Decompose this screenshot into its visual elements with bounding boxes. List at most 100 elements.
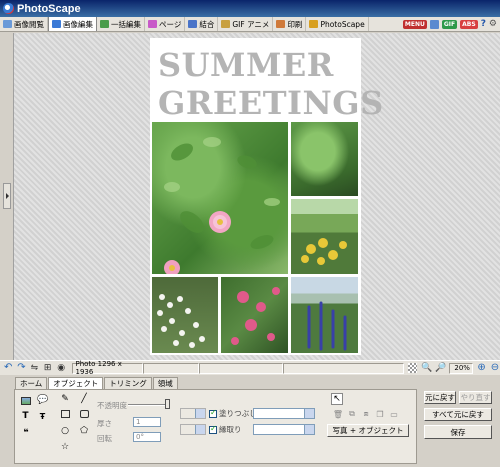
tab-photoscape[interactable]: PhotoScape — [306, 17, 369, 31]
polygon-icon[interactable]: ⬠ — [78, 425, 90, 437]
subtab-crop[interactable]: トリミング — [104, 377, 152, 389]
title-bar: PhotoScape — [0, 0, 500, 17]
send-back-icon[interactable]: ⧈ — [361, 409, 371, 419]
circle-icon[interactable]: ○ — [59, 425, 71, 437]
yellow-flowers-graphic — [301, 238, 347, 265]
rotate-label: 回転 — [97, 434, 112, 443]
photo-tile-yellow-flowers — [291, 199, 358, 274]
quote-icon[interactable]: ❝ — [20, 427, 32, 439]
subtab-region[interactable]: 領域 — [152, 377, 178, 389]
star-icon[interactable]: ☆ — [59, 441, 71, 453]
tab-batch-editor[interactable]: 一括編集 — [97, 17, 145, 31]
page-icon — [148, 20, 157, 28]
zoom-actual-icon[interactable]: 🔎 — [435, 363, 446, 373]
tab-label: 画像編集 — [63, 19, 93, 29]
expand-panel-handle[interactable] — [3, 183, 11, 209]
opacity-slider-thumb[interactable] — [165, 399, 170, 409]
zoom-level: 20% — [448, 362, 474, 374]
status-field-4 — [282, 362, 404, 374]
tab-combine[interactable]: 結合 — [185, 17, 219, 31]
photo-plus-object-button[interactable]: 写真 + オブジェクト — [327, 424, 409, 437]
cursor-arrow-icon[interactable]: ↖ — [331, 393, 343, 405]
beta-button[interactable]: ABS — [460, 19, 478, 29]
window-title: PhotoScape — [17, 2, 81, 15]
rectangle-icon[interactable] — [59, 408, 71, 420]
outline-label: 縁取り — [219, 425, 242, 434]
info-icon[interactable]: ◉ — [57, 363, 66, 373]
flip-icon[interactable]: ⇋ — [31, 363, 40, 373]
menu-button[interactable]: MENU — [402, 19, 427, 29]
fill-style-dropdown[interactable] — [253, 408, 315, 419]
outline-checkbox-box[interactable] — [209, 424, 217, 434]
headline-summer: SUMMER — [158, 46, 334, 84]
fill-checkbox[interactable]: 塗りつぶし — [209, 408, 257, 419]
photo-tile-blue-flowers — [291, 277, 358, 353]
print-icon — [276, 20, 286, 28]
tab-label: 一括編集 — [111, 19, 141, 29]
line-icon[interactable]: ╱ — [78, 393, 90, 405]
photo-object-icon[interactable] — [20, 395, 31, 406]
zoom-out-icon[interactable]: ⊖ — [491, 363, 500, 373]
redo-button[interactable]: やり直す — [459, 391, 492, 404]
tab-label: GIF アニメ — [232, 19, 270, 29]
photo-canvas[interactable]: SUMMER GREETINGS — [150, 38, 383, 355]
text-box-icon[interactable]: Ŧ — [37, 410, 48, 422]
editor-icon — [52, 20, 61, 28]
tab-label: 結合 — [199, 19, 215, 29]
white-flowers-graphic — [157, 294, 205, 348]
photo-tile-pink-roses — [221, 277, 288, 353]
tab-label: 画像閲覧 — [14, 19, 44, 29]
rotate-input[interactable]: 0° — [133, 432, 161, 442]
tab-viewer[interactable]: 画像閲覧 — [0, 17, 48, 31]
opacity-label: 不透明度 — [97, 401, 127, 410]
tab-gif-animation[interactable]: GIF アニメ — [218, 17, 274, 31]
headline-greetings: GREETINGS — [158, 84, 384, 122]
subtab-object[interactable]: オブジェクト — [48, 377, 104, 389]
screenshot-icon[interactable] — [429, 19, 439, 29]
main-tab-bar: 画像閲覧 画像編集 一括編集 ページ 結合 GIF アニメ 印刷 PhotoSc… — [0, 17, 500, 32]
speech-balloon-icon[interactable]: 💬 — [37, 394, 49, 406]
delete-object-icon[interactable]: 🗑 — [333, 409, 343, 419]
gif-icon — [221, 20, 231, 28]
photo-tile-leaves — [291, 122, 358, 196]
fill-color-dropdown[interactable] — [180, 408, 206, 419]
subtab-home[interactable]: ホーム — [15, 377, 48, 389]
status-field-2 — [142, 362, 199, 374]
undo-all-button[interactable]: すべて元に戻す — [424, 408, 492, 421]
gif-button[interactable]: GIF — [441, 19, 458, 29]
resize-icon[interactable]: ⊞ — [44, 363, 53, 373]
photoscape-icon — [309, 20, 319, 28]
fill-checkbox-box[interactable] — [209, 408, 217, 418]
rose-flower-graphic — [164, 137, 280, 274]
viewer-icon — [3, 20, 12, 28]
tab-print[interactable]: 印刷 — [273, 17, 307, 31]
combine-icon — [188, 20, 198, 28]
toolbar-right: MENU GIF ABS ? ⚙ — [402, 17, 500, 31]
text-icon[interactable]: T — [20, 410, 31, 422]
photo-info-field: Photo 1296 x 1936 — [72, 360, 143, 376]
thickness-input[interactable]: 1 — [133, 417, 161, 427]
rounded-rectangle-icon[interactable] — [78, 408, 90, 420]
paste-object-icon[interactable]: ▭ — [389, 409, 399, 419]
opacity-slider[interactable] — [128, 404, 168, 406]
tab-label: ページ — [159, 19, 182, 29]
bring-front-icon[interactable]: ⧉ — [347, 409, 357, 419]
help-icon[interactable]: ? — [481, 19, 486, 29]
magic-wand-icon[interactable]: ✎ — [59, 393, 71, 405]
outline-style-dropdown[interactable] — [253, 424, 315, 435]
checker-icon[interactable] — [407, 363, 417, 373]
tab-editor[interactable]: 画像編集 — [48, 17, 97, 31]
zoom-fit-icon[interactable]: 🔍 — [421, 363, 432, 373]
status-bar: ↶ ↷ ⇋ ⊞ ◉ Photo 1296 x 1936 🔍 🔎 20% ⊕ ⊖ — [0, 360, 500, 376]
zoom-in-icon[interactable]: ⊕ — [477, 363, 486, 373]
object-panel: 💬 T Ŧ ❝ ✎ ╱ ○ ⬠ ☆ 不透明度 厚さ 1 回転 0° 塗りつぶし … — [14, 389, 417, 464]
outline-checkbox[interactable]: 縁取り — [209, 424, 242, 435]
undo-button[interactable]: 元に戻す — [424, 391, 456, 404]
tab-page[interactable]: ページ — [145, 17, 186, 31]
copy-object-icon[interactable]: ❐ — [375, 409, 385, 419]
settings-icon[interactable]: ⚙ — [489, 19, 497, 29]
rotate-right-icon[interactable]: ↷ — [17, 363, 26, 373]
save-button[interactable]: 保存 — [424, 425, 492, 439]
outline-color-dropdown[interactable] — [180, 424, 206, 435]
rotate-left-icon[interactable]: ↶ — [4, 363, 13, 373]
